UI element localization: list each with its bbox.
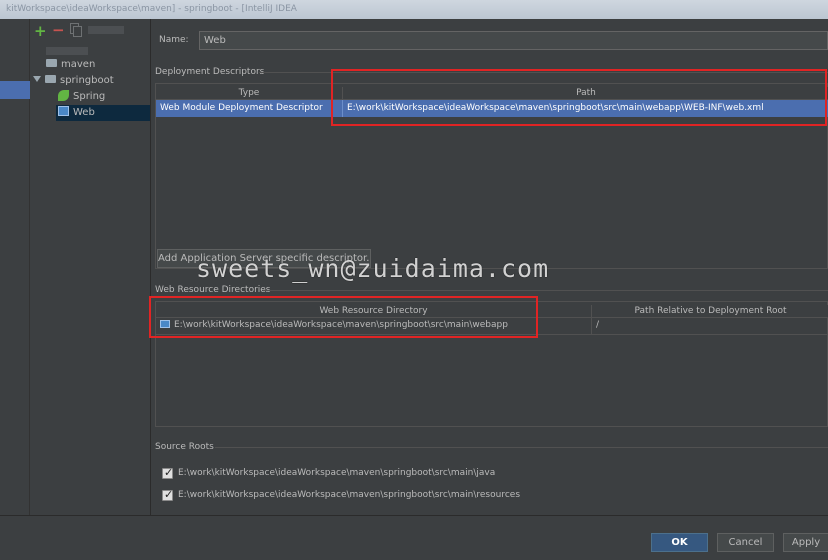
tree-item-spring[interactable]: Spring: [58, 89, 105, 105]
selected-category-marker: [0, 81, 30, 99]
folder-icon: [45, 75, 56, 83]
watermark-text: sweets_wn@zuidaima.com: [196, 254, 550, 283]
expand-arrow-icon[interactable]: [33, 76, 41, 82]
web-resource-directories-title: Web Resource Directories: [155, 285, 271, 295]
source-root-path: E:\work\kitWorkspace\ideaWorkspace\maven…: [178, 468, 496, 478]
highlight-box: [149, 296, 538, 338]
window-title: kitWorkspace\ideaWorkspace\maven] - spri…: [6, 4, 297, 14]
source-root-checkbox[interactable]: [162, 466, 173, 479]
name-label: Name:: [159, 35, 189, 45]
cancel-button[interactable]: Cancel: [717, 533, 774, 552]
tree-item-web[interactable]: Web: [56, 105, 150, 121]
tree-item-label: maven: [61, 59, 96, 70]
tree-item-label: Web: [73, 107, 95, 118]
section-divider: [263, 290, 828, 291]
source-root-path: E:\work\kitWorkspace\ideaWorkspace\maven…: [178, 490, 521, 500]
deployment-descriptors-title: Deployment Descriptors: [155, 67, 265, 77]
tree-toolbar: + −: [30, 19, 151, 44]
facet-tree-panel: + − maven springboot Spring Web: [30, 19, 151, 515]
ok-button[interactable]: OK: [651, 533, 708, 552]
source-root-checkbox[interactable]: [162, 488, 173, 501]
name-input[interactable]: [199, 31, 828, 50]
remove-icon[interactable]: −: [52, 21, 65, 39]
spring-icon: [58, 89, 69, 101]
add-icon[interactable]: +: [34, 22, 47, 40]
settings-category-strip: [0, 19, 30, 515]
web-icon: [58, 106, 69, 116]
descriptor-type-cell[interactable]: Web Module Deployment Descriptor: [160, 100, 340, 116]
dialog-button-bar: OK Cancel Apply: [0, 515, 828, 560]
window-title-bar: kitWorkspace\ideaWorkspace\maven] - spri…: [0, 0, 828, 19]
relative-path-cell[interactable]: /: [596, 317, 826, 333]
blurred-area: [46, 47, 88, 55]
highlight-box: [331, 69, 827, 126]
tree-item-label: springboot: [60, 75, 114, 86]
copy-icon[interactable]: [70, 23, 82, 37]
folder-icon: [46, 59, 57, 67]
source-roots-title: Source Roots: [155, 442, 214, 452]
tree-item-label: Spring: [73, 91, 106, 102]
column-header-type[interactable]: Type: [156, 87, 342, 100]
section-divider: [215, 447, 828, 448]
column-separator: [591, 305, 592, 335]
tree-item-springboot[interactable]: springboot: [33, 73, 114, 89]
blurred-area: [88, 26, 124, 34]
tree-item-maven[interactable]: maven: [46, 57, 95, 73]
apply-button[interactable]: Apply: [783, 533, 828, 552]
